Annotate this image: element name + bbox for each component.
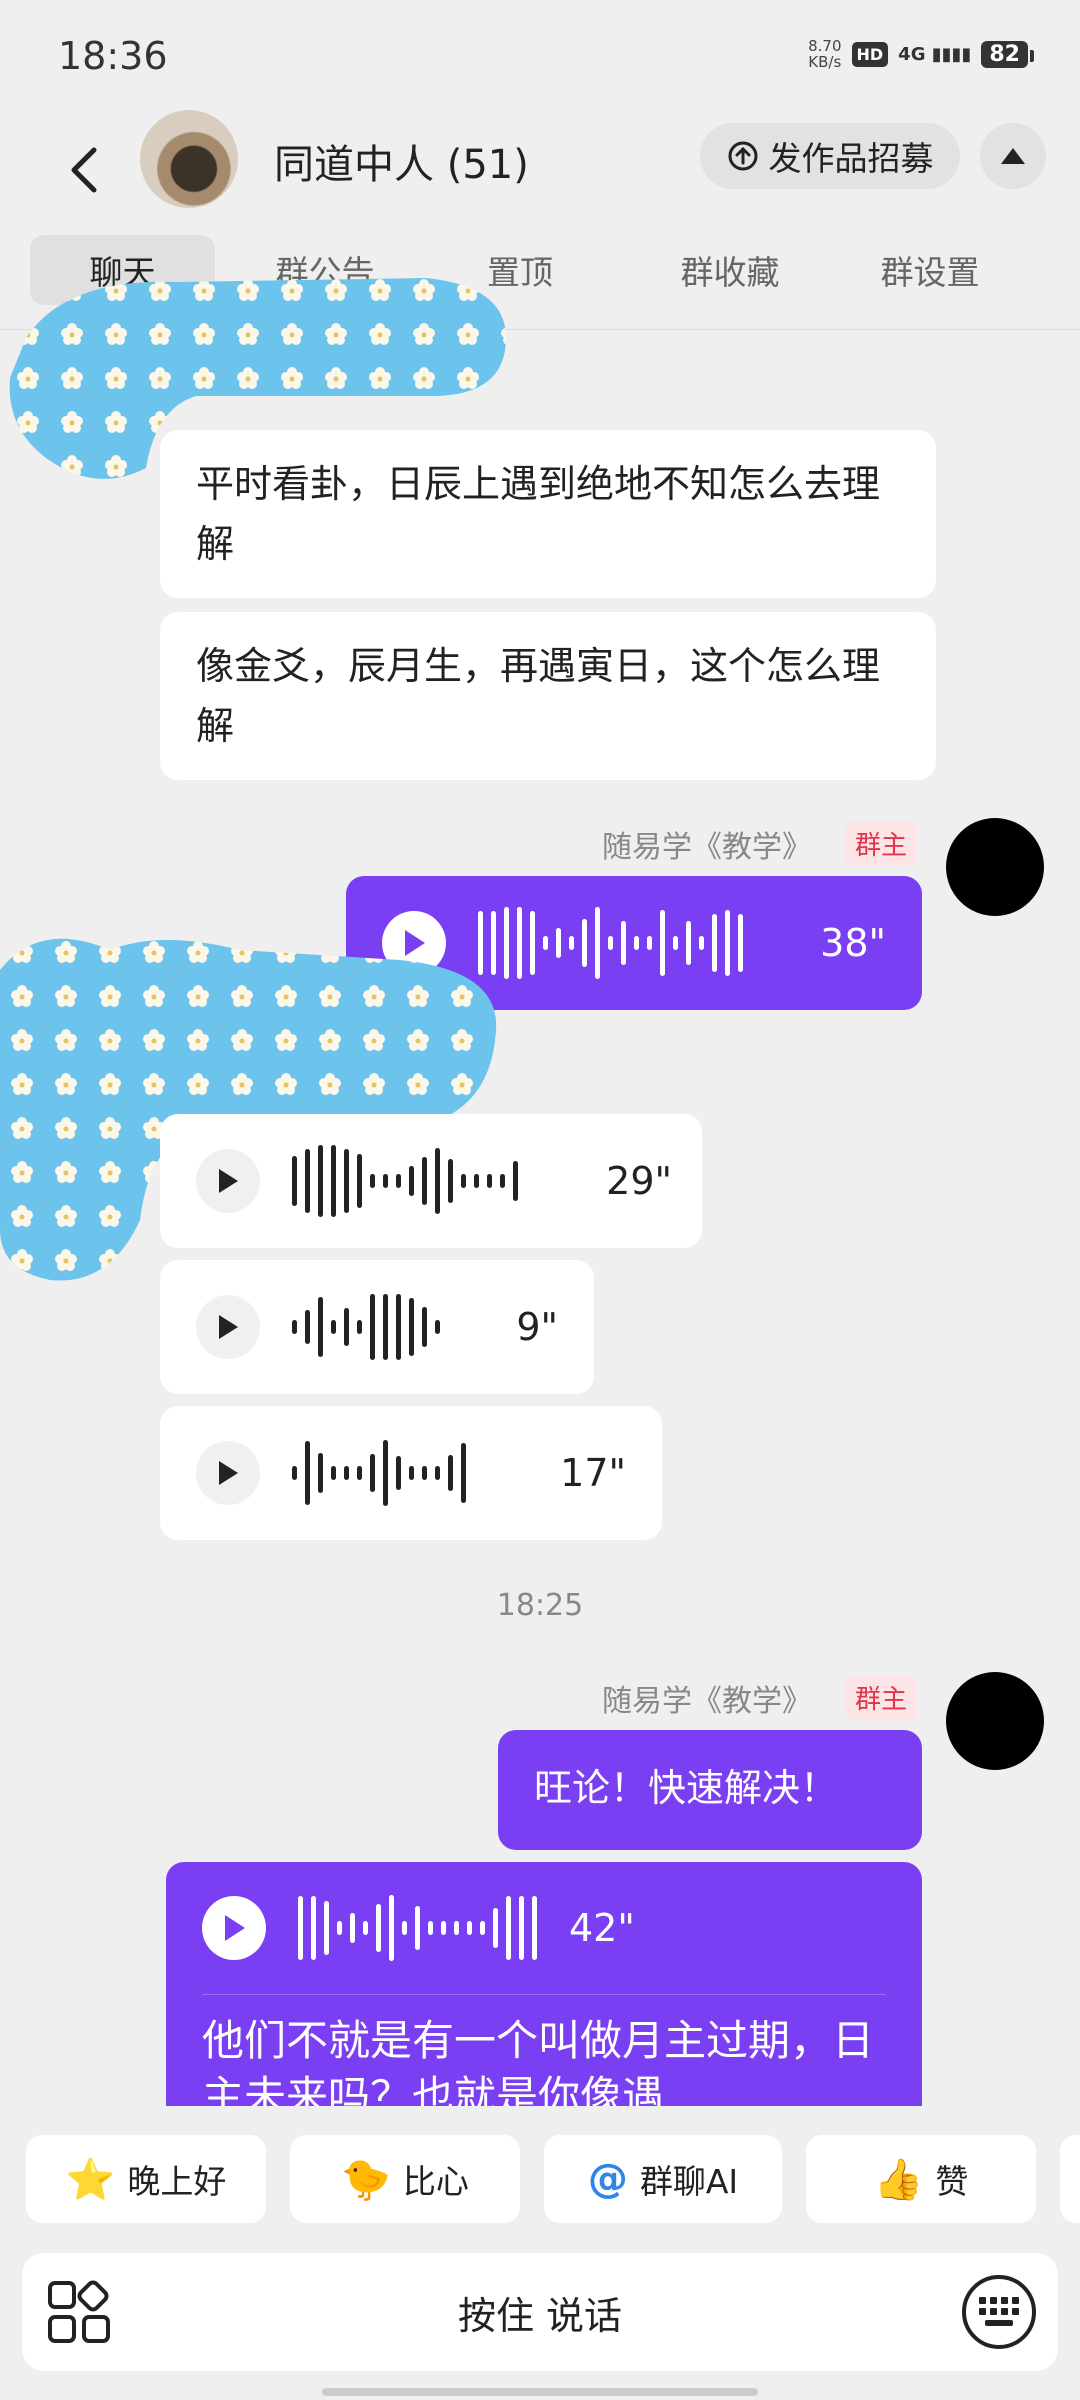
group-avatar[interactable]: [140, 110, 238, 208]
collapse-button[interactable]: [980, 123, 1046, 189]
thumbs-up-icon: 👍: [873, 2156, 924, 2203]
net-speed: 8.70 KB/s: [808, 37, 842, 71]
quick-reply-chip[interactable]: ⭐ 晚上好: [26, 2135, 266, 2223]
role-badge: 群主: [845, 1676, 918, 1719]
recruit-button[interactable]: 发作品招募: [700, 123, 960, 189]
voice-duration: 42": [569, 1906, 635, 1950]
tab-settings[interactable]: 群设置: [840, 235, 1020, 305]
voice-duration: 29": [606, 1159, 672, 1203]
quick-reply-chip[interactable]: @ 群聊AI: [544, 2135, 782, 2223]
sender-name: 随易学《教学》: [602, 1684, 812, 1719]
waveform-icon: [292, 1294, 440, 1360]
voice-duration: 9": [516, 1305, 558, 1349]
voice-message[interactable]: 9": [160, 1260, 594, 1394]
avatar[interactable]: [946, 818, 1044, 916]
waveform-icon: [292, 1145, 518, 1217]
signal-icon: 4G ▮▮▮▮: [898, 43, 972, 65]
battery-icon: 82: [981, 40, 1034, 68]
quick-reply-chip[interactable]: [1060, 2135, 1080, 2223]
home-indicator[interactable]: [322, 2388, 758, 2396]
apps-grid-icon[interactable]: [46, 2279, 112, 2345]
chick-icon: 🐤: [341, 2156, 391, 2203]
chat-header: 同道中人 (51) 发作品招募: [0, 110, 1080, 230]
voice-message[interactable]: 29": [160, 1114, 702, 1248]
voice-transcript: 他们不就是有一个叫做月主过期，日主未来吗？也就是你像遇: [202, 2016, 875, 2106]
message-bubble[interactable]: 像金爻，辰月生，再遇寅日，这个怎么理解: [160, 612, 936, 780]
back-button[interactable]: [44, 130, 124, 210]
input-bar: 按住 说话: [22, 2253, 1058, 2371]
sender-name: 随易学《教学》: [602, 830, 812, 865]
quick-reply-bar: ⭐ 晚上好 🐤 比心 @ 群聊AI 👍 赞: [26, 2135, 1080, 2223]
message-bubble[interactable]: 旺论！快速解决！: [498, 1730, 922, 1850]
hold-to-talk-button[interactable]: 按住 说话: [22, 2253, 1058, 2371]
at-icon: @: [587, 2156, 628, 2202]
play-icon[interactable]: [196, 1441, 260, 1505]
play-icon[interactable]: [196, 1295, 260, 1359]
hd-icon: HD: [851, 41, 889, 67]
status-icons: 8.70 KB/s HD 4G ▮▮▮▮ 82: [808, 37, 1034, 71]
status-time: 18:36: [58, 34, 168, 78]
upload-circle-icon: [728, 141, 757, 171]
play-icon[interactable]: [196, 1149, 260, 1213]
waveform-icon: [292, 1440, 466, 1506]
waveform-icon: [478, 907, 743, 979]
avatar[interactable]: [946, 1672, 1044, 1770]
chevron-left-icon: [71, 147, 97, 193]
voice-duration: 38": [820, 921, 886, 965]
status-bar: 18:36 8.70 KB/s HD 4G ▮▮▮▮ 82: [0, 0, 1080, 110]
voice-transcript-message[interactable]: 42" 他们不就是有一个叫做月主过期，日主未来吗？也就是你像遇: [166, 1862, 922, 2106]
triangle-up-icon: [1001, 148, 1025, 164]
tab-favorites[interactable]: 群收藏: [640, 235, 820, 305]
quick-reply-chip[interactable]: 🐤 比心: [290, 2135, 520, 2223]
waveform-icon: [298, 1895, 537, 1961]
role-badge: 群主: [845, 822, 918, 865]
message-timestamp: 18:25: [496, 1588, 584, 1623]
voice-message[interactable]: 42": [166, 1862, 922, 1994]
message-bubble[interactable]: 平时看卦，日辰上遇到绝地不知怎么去理解: [160, 430, 936, 598]
voice-duration: 17": [560, 1451, 626, 1495]
star-icon: ⭐: [65, 2156, 116, 2203]
voice-message[interactable]: 17": [160, 1406, 662, 1540]
keyboard-icon[interactable]: [962, 2275, 1036, 2349]
group-title[interactable]: 同道中人 (51): [274, 132, 529, 190]
play-icon[interactable]: [202, 1896, 266, 1960]
quick-reply-chip[interactable]: 👍 赞: [806, 2135, 1036, 2223]
